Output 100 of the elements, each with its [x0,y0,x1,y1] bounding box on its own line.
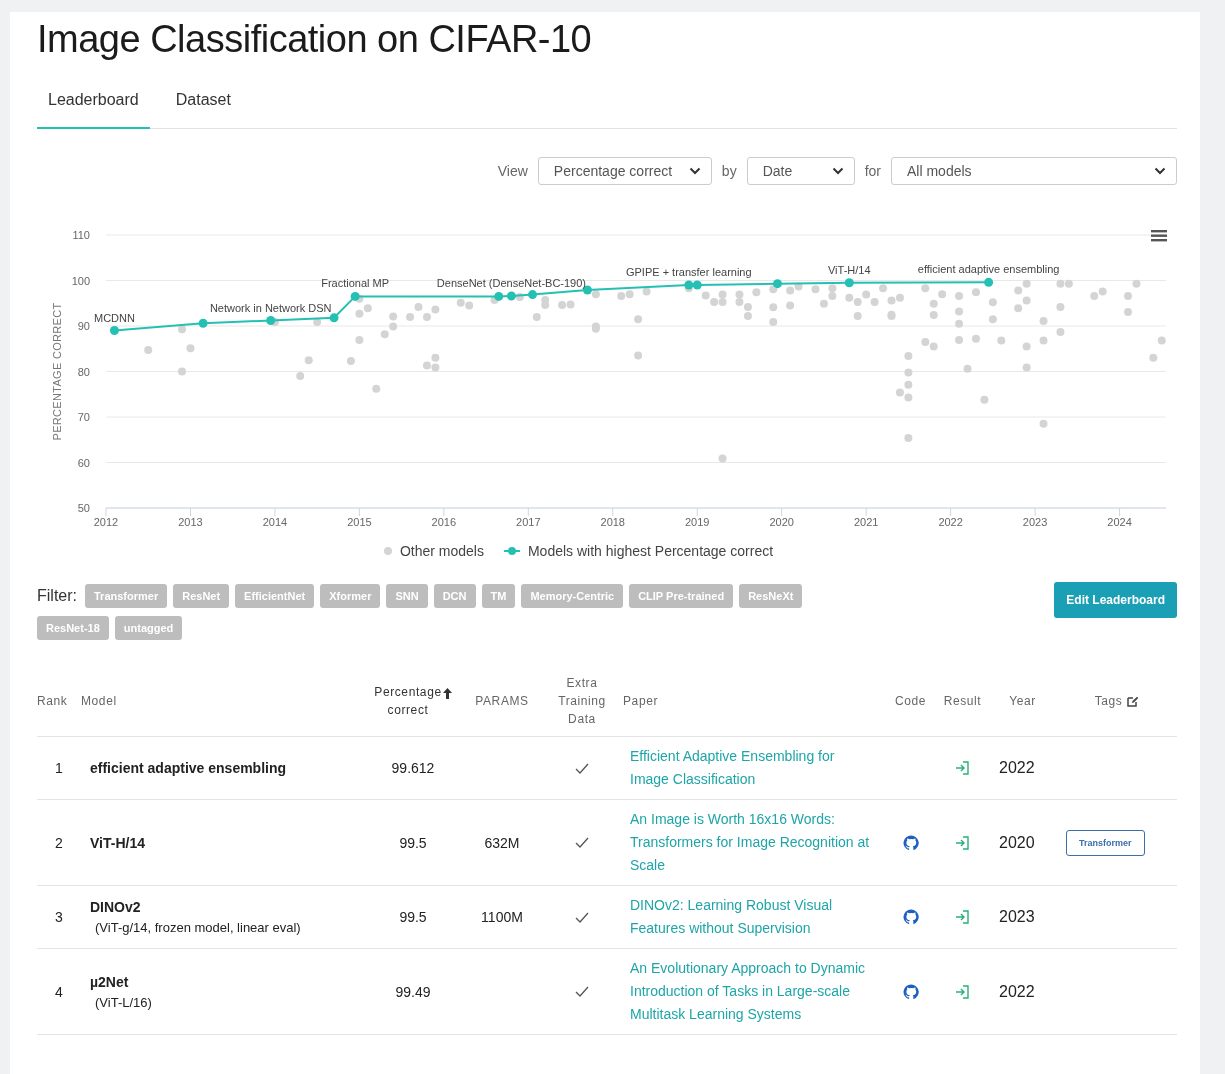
edit-icon[interactable] [1127,695,1140,707]
data-point [431,305,440,314]
model-name[interactable]: efficient adaptive ensembling [90,760,287,776]
data-point [786,286,795,295]
data-point [528,290,538,300]
legend-label[interactable]: Models with highest Percentage correct [527,543,774,559]
data-point [431,353,440,362]
model-name[interactable]: DINOv2 [90,899,141,915]
models-dropdown[interactable]: All models [891,157,1177,185]
data-point [380,330,389,339]
rank-number: 2 [55,834,63,851]
data-point [456,298,465,307]
data-point [921,284,930,293]
data-point [1022,296,1031,305]
column-header[interactable]: Rank [37,692,68,710]
axis-tick-label: 2022 [938,516,963,528]
data-point [431,363,440,372]
column-header[interactable]: Model [81,692,117,710]
data-point [844,278,854,288]
axis-tick-label: 50 [77,502,90,514]
column-header[interactable]: Year [1009,692,1036,710]
data-point [853,312,862,320]
paper-link[interactable]: DINOv2: Learning Robust Visual Features without Supervision [630,894,885,940]
result-icon[interactable] [955,835,970,850]
view-label: View [497,163,528,179]
tab[interactable]: Leaderboard [37,85,150,129]
result-icon[interactable] [955,910,970,924]
data-point [1014,304,1023,313]
point-label: MCDNN [93,311,135,324]
axis-tick-label: 2012 [93,516,119,528]
data-point [422,312,431,321]
edit-leaderboard-button[interactable]: Edit Leaderboard [1054,582,1177,618]
menu-icon[interactable] [1151,230,1167,242]
github-icon[interactable] [902,983,919,1000]
tab[interactable]: Dataset [164,85,242,129]
github-icon[interactable] [902,909,919,925]
data-point [845,293,854,302]
axis-tick-label: 60 [77,456,90,469]
column-header[interactable]: Tags [1094,692,1140,710]
rank-number: 1 [55,760,63,776]
point-label: DenseNet (DenseNet-BC-190) [436,276,586,289]
legend-label[interactable]: Other models [399,543,484,559]
data-point [1149,353,1158,362]
data-point [1039,317,1048,325]
data-point [971,334,980,343]
column-header[interactable]: Result [943,692,982,710]
year-value: 2022 [998,759,1035,777]
column-header[interactable]: Paper [623,692,659,710]
column-header[interactable]: Percentage correct [374,683,452,719]
axis-tick-label: 110 [72,229,90,241]
data-point [997,336,1006,345]
data-point [144,346,153,355]
axis-tick-label: 2015 [347,516,372,528]
data-point [870,297,879,306]
model-name[interactable]: µ2Net [90,973,129,990]
data-point [634,351,643,360]
metric-dropdown[interactable]: Percentage correct [537,157,712,185]
year-value: 2022 [998,982,1035,1001]
data-point [350,291,360,301]
x-axis-dropdown[interactable]: Date [746,157,855,185]
y-axis-title: PERCENTAGE CORRECT [51,302,63,441]
data-point [494,291,504,301]
data-point [178,325,186,334]
data-point [389,322,398,331]
column-header[interactable]: PARAMS [475,692,529,710]
paper-link[interactable]: Efficient Adaptive Ensembling for Image Classification [630,745,885,791]
model-name[interactable]: ViT-H/14 [90,834,145,851]
data-point [406,312,415,321]
paper-link[interactable]: An Image is Worth 16x16 Words: Transformers for Image Recognition at Scale [630,808,885,877]
data-point [904,393,913,402]
data-point [1022,342,1031,351]
data-point [186,344,195,353]
data-point [515,292,524,301]
data-point [772,279,782,289]
column-header[interactable]: Extra Training Data [558,674,606,728]
data-point [853,297,862,306]
data-point [389,312,398,321]
score-value: 99.612 [391,760,435,776]
data-point [1157,336,1166,345]
sort-arrow-icon[interactable] [442,687,452,699]
point-label: Fractional MP [321,277,390,290]
data-point [109,326,119,336]
data-point [1124,307,1132,316]
data-point [617,291,626,300]
score-value: 99.49 [395,983,431,1000]
data-point [1022,279,1031,288]
model-tag[interactable]: Transformer [1066,829,1145,856]
data-point [988,315,997,324]
github-icon[interactable] [902,834,919,851]
result-icon[interactable] [955,761,970,775]
data-point [929,311,938,320]
paper-link[interactable]: An Evolutionary Approach to Dynamic Introduction of Tasks in Large-scale Multitask Learning Systems [630,957,885,1026]
result-icon[interactable] [955,984,970,999]
data-point [1056,279,1065,288]
data-point [963,364,972,373]
column-header[interactable]: Code [894,692,927,710]
data-point [1022,363,1031,372]
legend-dot-icon [383,547,392,555]
score-value: 99.5 [399,909,427,925]
data-point [1039,336,1048,345]
